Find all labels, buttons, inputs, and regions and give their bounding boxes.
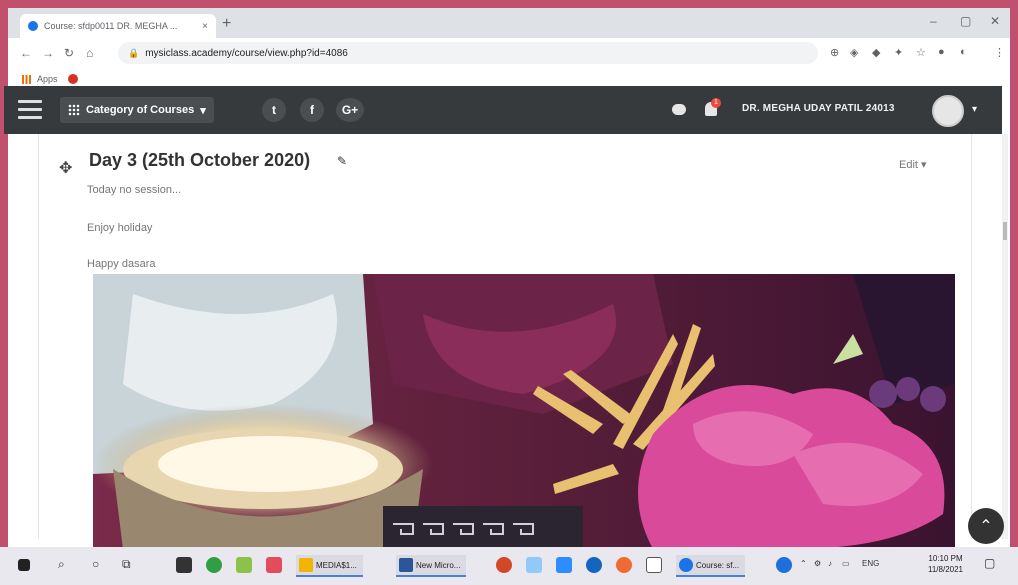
network-icon[interactable]: ⚙ [814,559,821,568]
puzzle-icon[interactable]: ✦ [894,46,903,59]
facebook-icon[interactable]: f [300,98,324,122]
category-dropdown-button[interactable]: Category of Courses ▾ [60,97,214,123]
taskbar-item-chrome[interactable]: Course: sf... [676,555,746,577]
url-text: mysiclass.academy/course/view.php?id=408… [145,47,348,59]
chrome-icon [679,558,693,572]
page-scrollbar[interactable] [1002,134,1008,539]
taskbar-item-label: New Micro... [416,560,461,570]
help-icon[interactable] [776,557,792,573]
grid-icon [68,104,80,116]
app-icon[interactable] [526,557,542,573]
hamburger-menu-icon[interactable] [18,100,42,120]
battery-icon[interactable]: ▭ [842,559,850,568]
store-icon[interactable] [176,557,192,573]
search-icon[interactable]: ⌕ [58,557,65,572]
word-icon [399,558,413,572]
tab-close-icon[interactable]: × [202,21,208,32]
xbox-icon[interactable] [206,557,222,573]
bookmark-apps[interactable]: Apps [37,74,58,84]
profile-icon[interactable]: ● [938,46,945,58]
tray-chevron-icon[interactable]: ⌃ [800,559,807,568]
browser-toolbar: ← → ↻ ⌂ 🔒 mysiclass.academy/course/view.… [8,38,1010,68]
lock-icon: 🔒 [128,47,140,58]
folder-icon [299,558,313,572]
apps-grid-icon[interactable] [22,74,31,84]
back-icon[interactable]: ← [20,46,32,60]
shield-icon[interactable]: ◈ [850,46,858,59]
favicon-icon [28,21,38,31]
twitter-icon[interactable]: t [262,98,286,122]
notes-icon[interactable] [236,557,252,573]
summary-line-2: Enjoy holiday [87,222,153,234]
user-name[interactable]: DR. MEGHA UDAY PATIL 24013 [742,103,895,114]
zoom-icon[interactable]: ⊕ [830,46,839,59]
notification-badge: 1 [711,98,721,108]
category-label: Category of Courses [86,104,195,116]
google-plus-icon[interactable]: G+ [336,98,364,122]
move-icon[interactable]: ✥ [59,158,72,178]
avatar[interactable] [932,95,964,127]
close-window-button[interactable]: ✕ [990,14,1000,28]
minimize-button[interactable]: – [930,14,937,28]
maximize-button[interactable]: ▢ [960,14,971,28]
cortana-icon[interactable]: ○ [92,557,99,571]
chevron-down-icon: ▾ [200,104,206,117]
tab-strip: Course: sfdp0011 DR. MEGHA ... × + – ▢ ✕ [8,8,1010,38]
scrollbar-thumb[interactable] [1003,222,1007,240]
document-icon[interactable] [646,557,662,573]
tab-title: Course: sfdp0011 DR. MEGHA ... [44,21,178,31]
volume-icon[interactable]: ♪ [828,559,832,568]
notification-center-icon[interactable]: ▢ [984,556,995,570]
firefox-icon[interactable] [616,557,632,573]
moodle-navbar: Category of Courses ▾ t f G+ 1 DR. MEGHA… [4,86,1002,134]
taskbar-item-label: MEDIA$1... [316,560,357,570]
forward-icon[interactable]: → [42,46,54,60]
taskbar-item-word[interactable]: New Micro... [396,555,467,577]
summary-line-1: Today no session... [87,184,182,196]
edit-menu-link[interactable]: Edit ▾ [899,158,927,171]
chat-icon[interactable] [672,104,686,115]
new-tab-button[interactable]: + [222,15,231,33]
address-bar[interactable]: 🔒 mysiclass.academy/course/view.php?id=4… [118,42,818,64]
windows-taskbar: ⌕ ○ ⧉ MEDIA$1... New Micro... Course: sf… [0,547,1018,585]
extension-icon[interactable]: ◆ [872,46,880,59]
user-menu-caret-icon[interactable]: ▾ [972,104,977,115]
mail-icon[interactable] [266,557,282,573]
task-view-icon[interactable]: ⧉ [122,557,131,572]
zoom-app-icon[interactable] [556,557,572,573]
bookmark-icon-red[interactable] [67,74,78,84]
reload-icon[interactable]: ↻ [64,46,74,60]
start-icon[interactable] [18,559,30,571]
section-title: Day 3 (25th October 2020) [89,150,311,170]
office-icon[interactable] [496,557,512,573]
bookmark-icon[interactable]: ☆ [916,46,926,59]
course-section: ✥ Day 3 (25th October 2020) ✎ Edit ▾ Tod… [38,134,972,549]
browser-tab[interactable]: Course: sfdp0011 DR. MEGHA ... × [20,14,216,38]
extensions-menu-icon[interactable]: ◐ [960,46,967,58]
pencil-icon[interactable]: ✎ [337,154,347,168]
back-to-top-button[interactable]: ⌃ [968,508,1004,544]
edge-icon[interactable] [586,557,602,573]
taskbar-item-media[interactable]: MEDIA$1... [296,555,363,577]
system-clock[interactable]: 10:10 PM 11/8/2021 [928,553,963,575]
language-indicator[interactable]: ENG [862,559,879,568]
summary-line-3: Happy dasara [87,258,156,270]
dasara-photo [93,274,955,549]
taskbar-item-label: Course: sf... [696,560,740,570]
home-icon[interactable]: ⌂ [86,46,93,60]
clock-date: 11/8/2021 [928,565,963,574]
menu-icon[interactable]: ⋮ [994,46,1005,59]
clock-time: 10:10 PM [928,554,963,563]
